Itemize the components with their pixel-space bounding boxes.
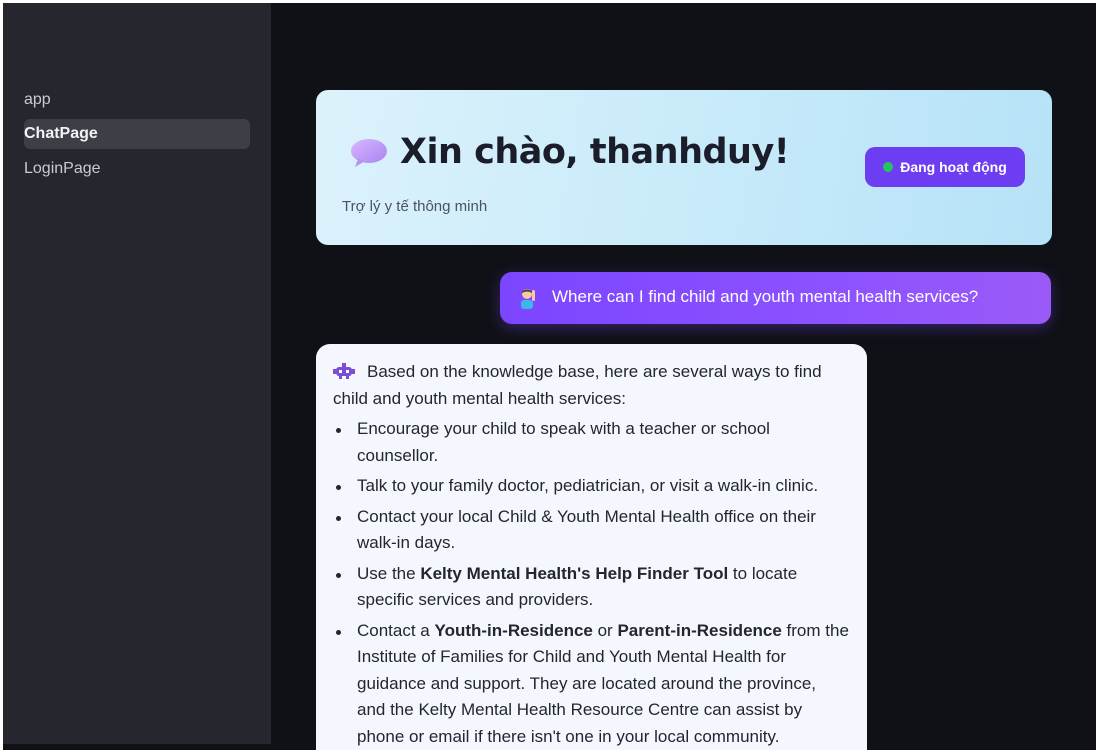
status-badge[interactable]: Đang hoạt động bbox=[865, 147, 1025, 187]
bot-answer-list: Encourage your child to speak with a tea… bbox=[333, 416, 849, 750]
person-raising-hand-icon bbox=[521, 289, 535, 309]
user-message-text: Where can I find child and youth mental … bbox=[552, 287, 979, 306]
sidebar-item-label: app bbox=[24, 91, 51, 108]
greeting-subtitle: Trợ lý y tế thông minh bbox=[342, 198, 488, 215]
app-window: app ChatPage LoginPage Xin chào, thanhdu… bbox=[3, 3, 1096, 750]
list-item: Contact a Youth-in-Residence or Parent-i… bbox=[333, 618, 849, 751]
chat-main: Xin chào, thanhduy! Trợ lý y tế thông mi… bbox=[271, 3, 1096, 750]
bot-message: Based on the knowledge base, here are se… bbox=[316, 344, 867, 750]
list-item: Contact your local Child & Youth Mental … bbox=[333, 504, 849, 557]
sidebar-item-loginpage[interactable]: LoginPage bbox=[24, 154, 250, 184]
user-message: Where can I find child and youth mental … bbox=[500, 272, 1051, 324]
sidebar-item-chatpage[interactable]: ChatPage bbox=[24, 119, 250, 149]
status-label: Đang hoạt động bbox=[900, 159, 1007, 175]
sidebar-item-label: LoginPage bbox=[24, 160, 101, 177]
robot-icon bbox=[333, 363, 355, 379]
list-item: Talk to your family doctor, pediatrician… bbox=[333, 473, 849, 500]
status-dot-icon bbox=[883, 162, 894, 172]
bold-text: Youth-in-Residence bbox=[434, 620, 593, 640]
sidebar: app ChatPage LoginPage bbox=[3, 3, 271, 744]
sidebar-item-label: ChatPage bbox=[24, 125, 98, 142]
list-item: Use the Kelty Mental Health's Help Finde… bbox=[333, 561, 849, 614]
sidebar-item-app[interactable]: app bbox=[24, 85, 250, 115]
welcome-header: Xin chào, thanhduy! Trợ lý y tế thông mi… bbox=[316, 90, 1052, 245]
bold-link-text: Kelty Mental Health's Help Finder Tool bbox=[420, 563, 729, 583]
bot-intro-text: Based on the knowledge base, here are se… bbox=[333, 362, 822, 408]
list-item: Encourage your child to speak with a tea… bbox=[333, 416, 849, 469]
bold-text: Parent-in-Residence bbox=[617, 620, 782, 640]
speech-bubble-icon bbox=[351, 139, 387, 167]
greeting-title: Xin chào, thanhduy! bbox=[400, 132, 790, 172]
